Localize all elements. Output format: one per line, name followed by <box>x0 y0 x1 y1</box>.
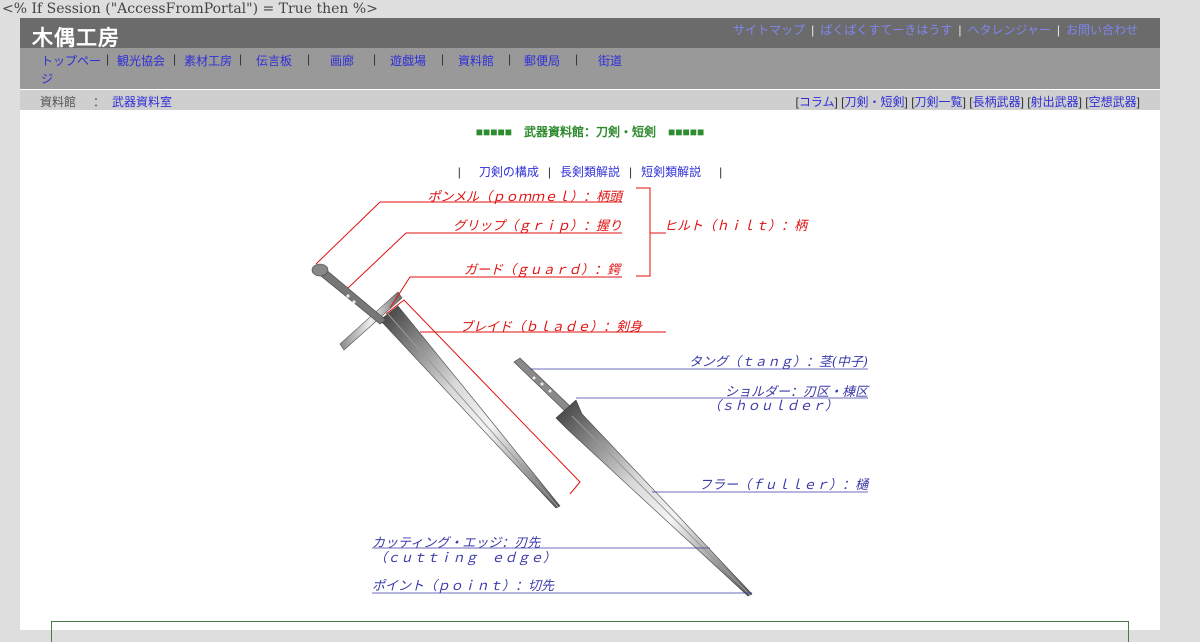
label-cutting-edge: カッティング・エッジ：刃先 <box>372 536 541 551</box>
label-tang: タング（ｔａｎｇ）：茎(中子) <box>689 354 868 370</box>
full-sword-illustration <box>311 263 561 509</box>
label-shoulder-en: （ｓｈｏｕｌｄｅｒ） <box>708 398 838 414</box>
label-fuller: フラー（ｆｕｌｌｅｒ）：樋 <box>699 477 870 493</box>
asp-code-line: <% If Session ("AccessFromPortal") = Tru… <box>2 1 378 17</box>
content-box-top <box>51 621 1129 642</box>
sword-diagram: ポンメル（ｐｏｍｍｅｌ）：柄頭 グリップ（ｇｒｉｐ）：握り ガード（ｇｕａｒｄ）… <box>311 187 870 597</box>
label-pommel: ポンメル（ｐｏｍｍｅｌ）：柄頭 <box>427 189 625 205</box>
label-hilt: ヒルト（ｈｉｌｔ）：柄 <box>664 218 809 234</box>
label-point: ポイント（ｐｏｉｎｔ）：切先 <box>372 578 555 594</box>
label-shoulder: ショルダー：刃区・棟区 <box>725 385 870 400</box>
page-frame: 木偶工房 サイトマップ | ぱくぱくすてーきはうす | ヘタレンジャー | お問い合わせ ト… <box>20 18 1160 642</box>
label-cutting-edge-en: （ｃｕｔｔｉｎｇ ｅｄｇｅ） <box>374 550 556 566</box>
label-blade: ブレイド（ｂｌａｄｅ）：剣身 <box>460 319 643 335</box>
label-grip: グリップ（ｇｒｉｐ）：握り <box>453 218 622 234</box>
label-guard: ガード（ｇｕａｒｄ）：鍔 <box>464 262 622 278</box>
